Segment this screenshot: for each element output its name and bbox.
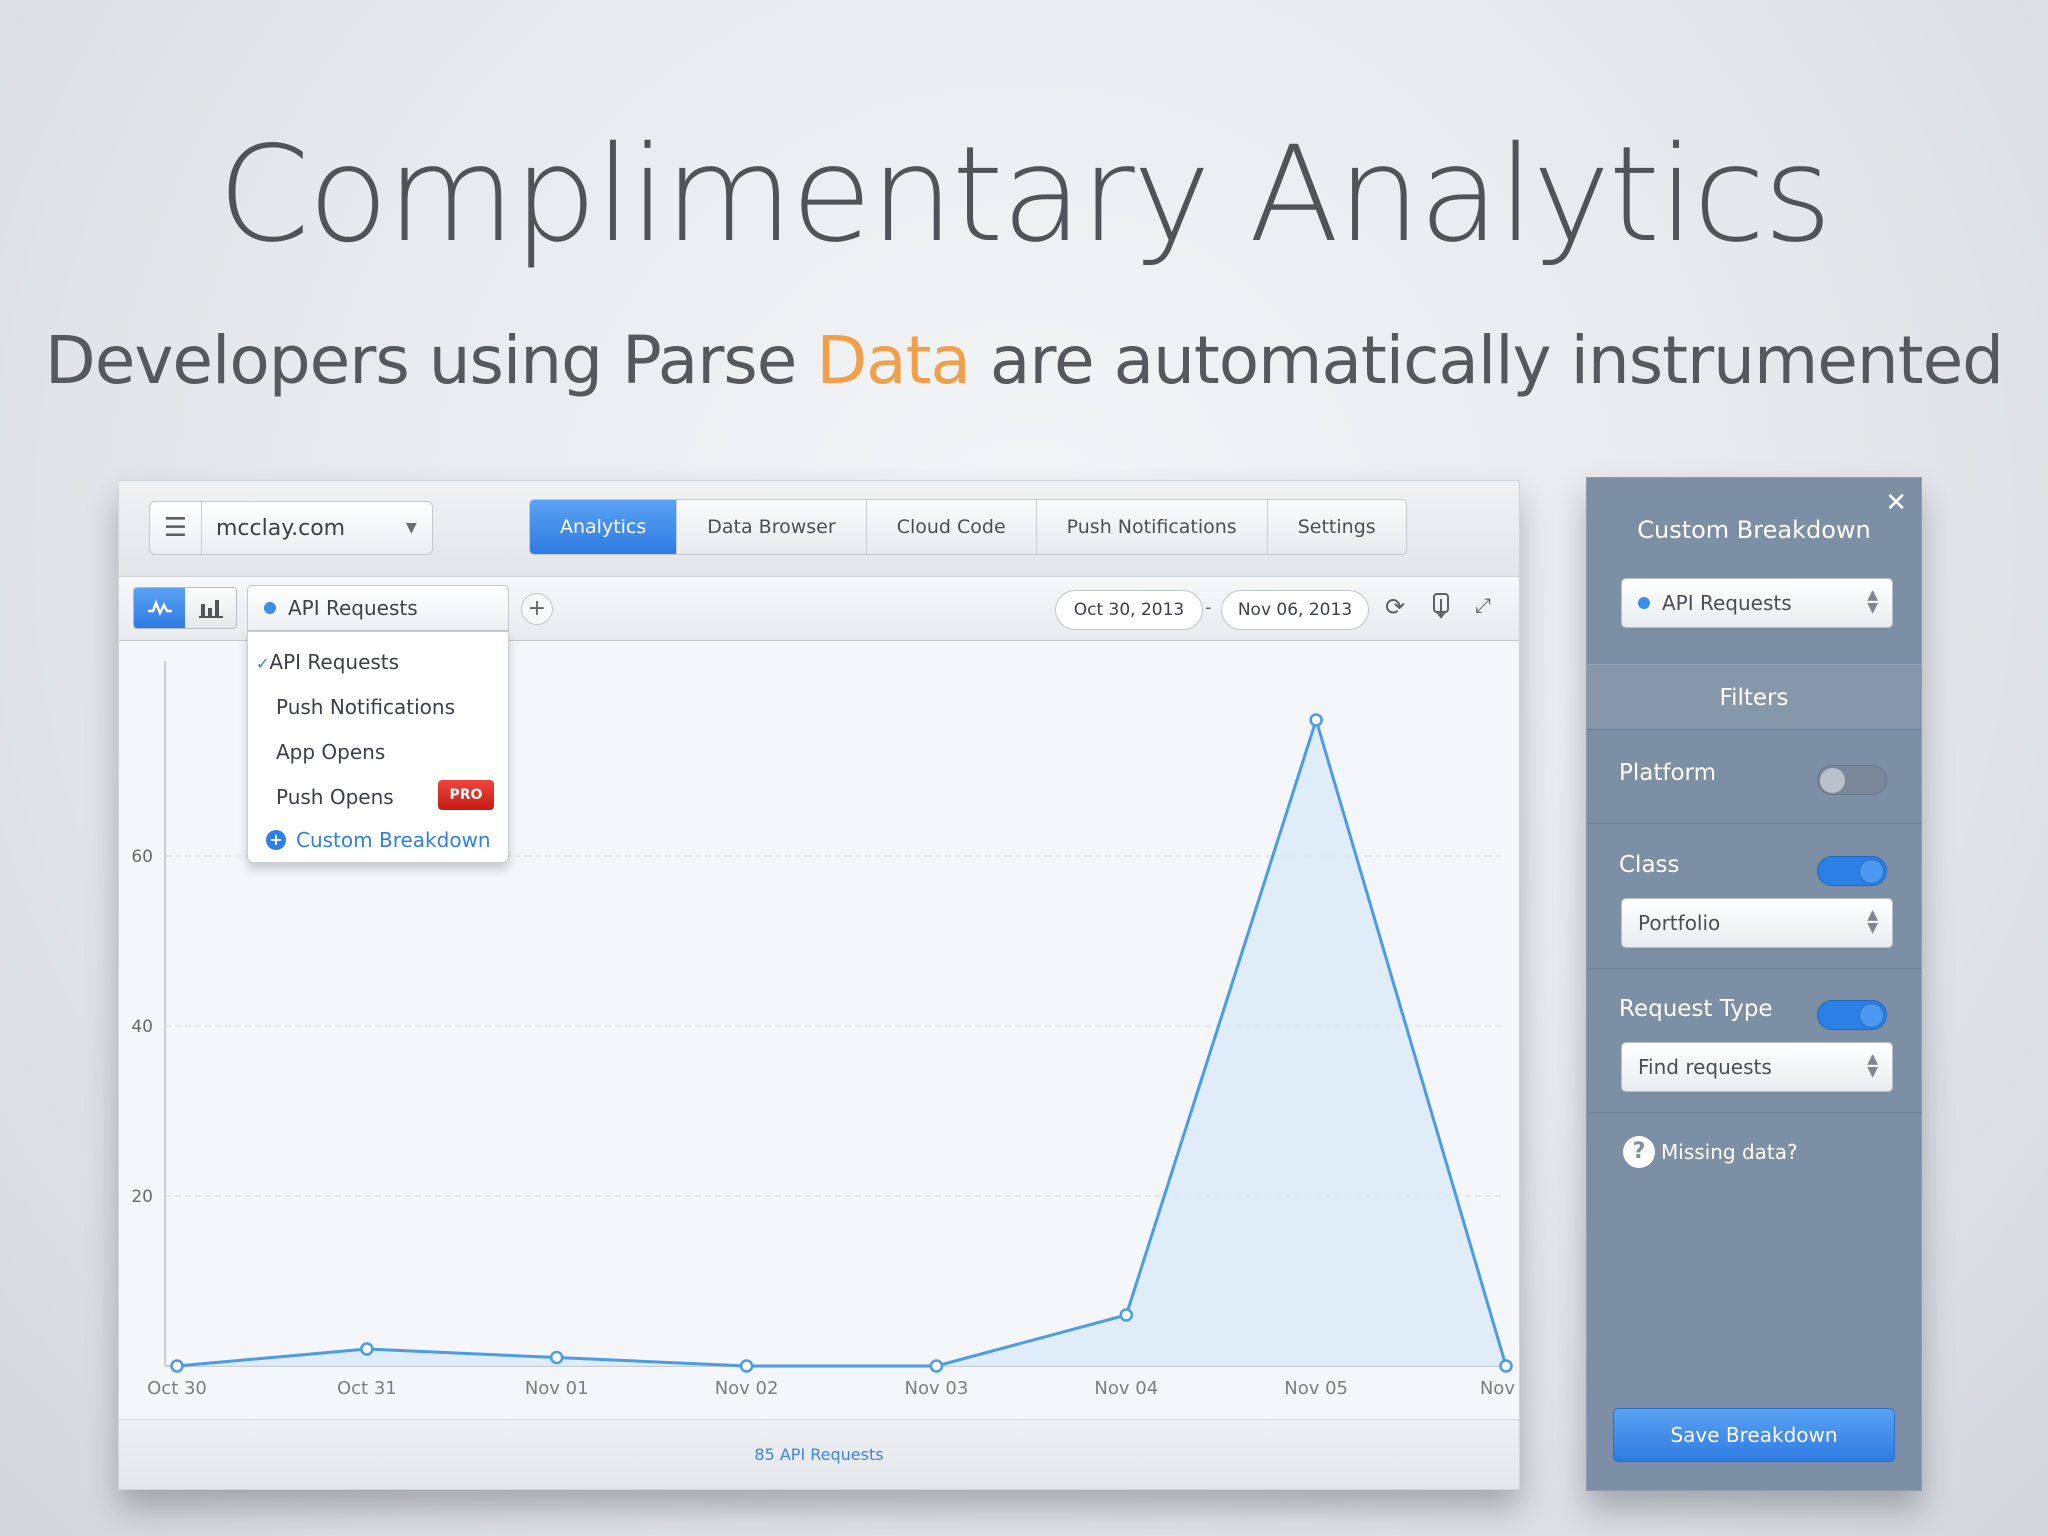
toggle-knob — [1859, 1003, 1884, 1028]
series-dot-icon — [264, 602, 276, 614]
x-tick-label: Oct 31 — [337, 1378, 397, 1399]
filters-header: Filters — [1587, 664, 1921, 730]
add-series-button[interactable]: + — [521, 593, 553, 625]
panel-title: Custom Breakdown — [1637, 516, 1871, 544]
subtitle-highlight: Data — [816, 322, 971, 399]
divider — [1587, 823, 1921, 824]
x-tick-label: Nov 03 — [905, 1378, 969, 1399]
data-point — [1309, 713, 1323, 727]
tab-cloud-code[interactable]: Cloud Code — [867, 500, 1037, 554]
menu-icon[interactable]: ☰ — [150, 502, 202, 554]
updown-arrows-icon: ▲ ▼ — [1867, 1051, 1878, 1080]
subtitle-before: Developers using Parse — [44, 322, 817, 399]
download-icon[interactable] — [1431, 593, 1451, 625]
class-select-value: Portfolio — [1638, 911, 1721, 935]
app-selector[interactable]: ☰ mcclay.com ▼ — [149, 501, 433, 555]
subtitle-after: are automatically instrumented — [969, 322, 2004, 399]
dropdown-item-api-requests[interactable]: ✓API Requests — [256, 650, 399, 674]
x-tick-label: Nov 01 — [525, 1378, 589, 1399]
divider — [1587, 968, 1921, 969]
request-type-select-value: Find requests — [1638, 1055, 1772, 1079]
dropdown-item-app-opens[interactable]: App Opens — [276, 740, 385, 764]
data-point — [1119, 1308, 1134, 1322]
chart-type-toggle — [133, 587, 237, 629]
slide-subtitle: Developers using Parse Data are automati… — [0, 322, 2048, 399]
updown-arrows-icon: ▲ ▼ — [1867, 587, 1878, 616]
tab-push-notifications[interactable]: Push Notifications — [1037, 500, 1268, 554]
data-point — [549, 1350, 564, 1365]
missing-data-link[interactable]: ? Missing data? — [1623, 1136, 1798, 1168]
metric-selector[interactable]: API Requests — [247, 585, 509, 631]
metric-selector-label: API Requests — [288, 596, 418, 620]
main-tabs: Analytics Data Browser Cloud Code Push N… — [529, 499, 1407, 555]
help-icon: ? — [1623, 1136, 1655, 1168]
panel-metric-label: API Requests — [1662, 591, 1792, 615]
analytics-dashboard: ☰ mcclay.com ▼ Analytics Data Browser Cl… — [118, 480, 1521, 1490]
x-tick-label: Nov 05 — [1284, 1378, 1348, 1399]
toggle-knob — [1859, 859, 1884, 884]
close-icon[interactable]: ✕ — [1885, 488, 1907, 518]
x-tick-label: Nov 0 — [1480, 1378, 1521, 1399]
toggle-knob — [1820, 768, 1845, 793]
y-tick-label: 60 — [131, 847, 153, 867]
panel-metric-select[interactable]: API Requests ▲ ▼ — [1621, 578, 1893, 628]
plus-circle-icon: + — [266, 830, 286, 850]
tab-data-browser[interactable]: Data Browser — [677, 500, 867, 554]
series-dot-icon — [1638, 597, 1650, 609]
dropdown-item-push-notifications[interactable]: Push Notifications — [276, 695, 455, 719]
x-tick-label: Nov 02 — [715, 1378, 779, 1399]
data-point — [170, 1359, 184, 1373]
updown-arrows-icon: ▲ ▼ — [1867, 907, 1878, 936]
start-date-picker[interactable]: Oct 30, 2013 — [1055, 590, 1203, 630]
request-type-select[interactable]: Find requests ▲ ▼ — [1621, 1042, 1893, 1092]
class-label: Class — [1619, 852, 1680, 878]
check-icon: ✓ — [256, 654, 270, 673]
save-breakdown-button[interactable]: Save Breakdown — [1613, 1408, 1895, 1462]
pro-badge: PRO — [438, 780, 494, 810]
class-toggle[interactable] — [1817, 856, 1887, 886]
request-type-toggle[interactable] — [1817, 1000, 1887, 1030]
bar-chart-icon[interactable] — [185, 588, 236, 628]
slide-title: Complimentary Analytics — [217, 118, 1833, 272]
request-type-label: Request Type — [1619, 996, 1773, 1022]
expand-icon[interactable]: ⤢ — [1475, 593, 1491, 617]
missing-data-label: Missing data? — [1661, 1140, 1798, 1164]
end-date-picker[interactable]: Nov 06, 2013 — [1221, 590, 1369, 630]
metric-dropdown: ✓API Requests Push Notifications App Ope… — [247, 631, 509, 863]
data-point — [929, 1359, 944, 1373]
platform-toggle[interactable] — [1817, 765, 1887, 795]
y-tick-label: 40 — [131, 1017, 153, 1037]
top-bar: ☰ mcclay.com ▼ Analytics Data Browser Cl… — [119, 481, 1519, 577]
app-name: mcclay.com — [216, 515, 346, 541]
divider — [1587, 1112, 1921, 1113]
refresh-icon[interactable]: ⟳ — [1385, 593, 1405, 621]
class-select[interactable]: Portfolio ▲ ▼ — [1621, 898, 1893, 948]
data-point — [1499, 1359, 1513, 1373]
x-tick-label: Oct 30 — [147, 1378, 207, 1399]
chart-footer-total: 85 API Requests — [119, 1419, 1519, 1489]
custom-breakdown-link[interactable]: + Custom Breakdown — [266, 828, 491, 852]
custom-breakdown-panel: ✕ Custom Breakdown API Requests ▲ ▼ Filte… — [1586, 477, 1922, 1491]
x-tick-label: Nov 04 — [1094, 1378, 1158, 1399]
custom-breakdown-label: Custom Breakdown — [296, 828, 491, 852]
date-separator: - — [1205, 597, 1212, 618]
tab-settings[interactable]: Settings — [1268, 500, 1406, 554]
data-point — [739, 1359, 754, 1373]
tab-analytics[interactable]: Analytics — [530, 500, 678, 554]
data-point — [360, 1342, 374, 1356]
chevron-down-icon: ▼ — [406, 520, 417, 536]
y-tick-label: 20 — [131, 1187, 153, 1207]
platform-label: Platform — [1619, 760, 1716, 786]
dropdown-item-push-opens[interactable]: Push Opens — [276, 785, 394, 809]
dropdown-item-label: API Requests — [269, 650, 400, 674]
line-chart-icon[interactable] — [134, 588, 185, 628]
